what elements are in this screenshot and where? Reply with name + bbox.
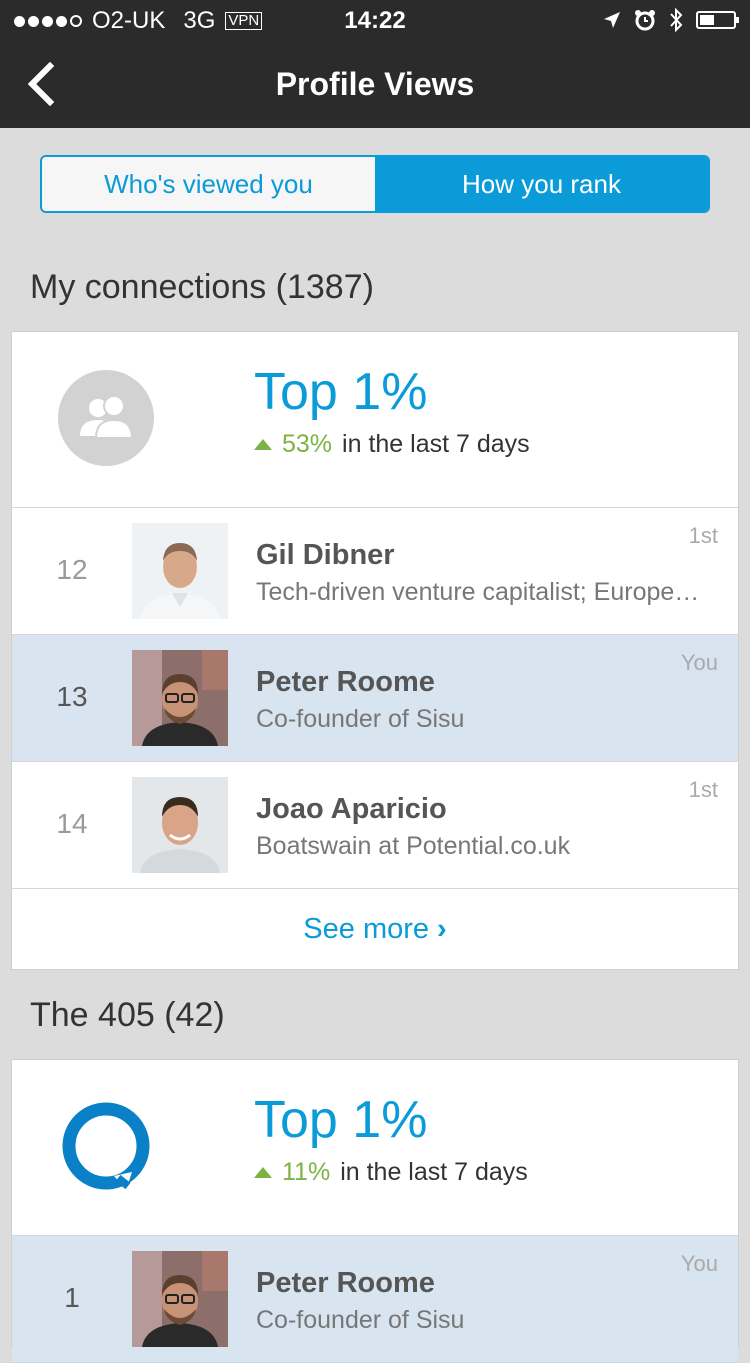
trend-text: in the last 7 days (340, 1158, 528, 1186)
avatar (132, 650, 228, 746)
section-title-group: The 405 (42) (30, 996, 225, 1034)
tab-whos-viewed-you[interactable]: Who's viewed you (42, 157, 375, 211)
trend-up-icon (254, 1167, 272, 1178)
connections-group-icon (58, 370, 154, 466)
trend-line: 11% in the last 7 days (254, 1158, 528, 1187)
row-headline: Co-founder of Sisu (256, 1306, 465, 1334)
connection-degree: 1st (688, 777, 718, 802)
status-right (602, 7, 739, 33)
page-title: Profile Views (275, 66, 475, 102)
alarm-icon (635, 10, 655, 31)
bluetooth-icon (670, 7, 683, 33)
location-arrow-icon (604, 12, 620, 28)
status-bar: O2-UK 3G VPN 14:22 (0, 0, 750, 40)
rank-summary: Top 1% 11% in the last 7 days (12, 1060, 738, 1236)
see-more-label: See more (303, 912, 430, 945)
connection-degree: You (680, 650, 718, 675)
ranking-row[interactable]: 12 Gil Dibner Tech-driven venture capita… (12, 508, 738, 635)
chevron-right-icon: › (437, 912, 447, 945)
row-rank: 13 (56, 681, 88, 712)
tab-how-you-rank[interactable]: How you rank (375, 157, 708, 211)
rank-summary: Top 1% 53% in the last 7 days (12, 332, 738, 508)
row-headline: Co-founder of Sisu (256, 705, 465, 733)
row-rank: 1 (64, 1282, 80, 1313)
trend-up-icon (254, 439, 272, 450)
ranking-row-self[interactable]: 13 Peter Roome Co-founder of Sisu You (12, 635, 738, 762)
nav-bar: Profile Views (0, 40, 750, 128)
row-rank: 14 (56, 808, 88, 839)
row-headline: Boatswain at Potential.co.uk (256, 832, 571, 860)
avatar (132, 523, 228, 619)
row-rank: 12 (56, 554, 88, 585)
ranking-row[interactable]: 14 Joao Aparicio Boatswain at Potential.… (12, 762, 738, 889)
row-name: Gil Dibner (256, 539, 395, 571)
see-more-link[interactable]: See more › (12, 889, 738, 969)
avatar (132, 777, 228, 873)
row-name: Joao Aparicio (256, 793, 447, 825)
battery-icon (696, 11, 739, 29)
group-card: Top 1% 11% in the last 7 days 1 Peter Ro… (11, 1059, 739, 1363)
connection-degree: 1st (688, 523, 718, 548)
connection-degree: You (680, 1251, 718, 1276)
connections-card: Top 1% 53% in the last 7 days 12 Gil Dib… (11, 331, 739, 970)
row-headline: Tech-driven venture capitalist; Europe… (256, 578, 700, 606)
avatar (132, 1251, 228, 1347)
view-tabs: Who's viewed you How you rank (40, 155, 710, 213)
trend-line: 53% in the last 7 days (254, 430, 530, 459)
the-405-logo-icon (62, 1102, 150, 1190)
ranking-row-self[interactable]: 1 Peter Roome Co-founder of Sisu You (12, 1236, 738, 1363)
trend-percent: 11% (282, 1158, 331, 1186)
trend-text: in the last 7 days (342, 430, 530, 458)
row-name: Peter Roome (256, 1267, 435, 1299)
row-name: Peter Roome (256, 666, 435, 698)
rank-label: Top 1% (254, 1091, 428, 1149)
section-title-connections: My connections (1387) (30, 268, 374, 306)
rank-label: Top 1% (254, 363, 428, 421)
trend-percent: 53% (282, 430, 333, 458)
